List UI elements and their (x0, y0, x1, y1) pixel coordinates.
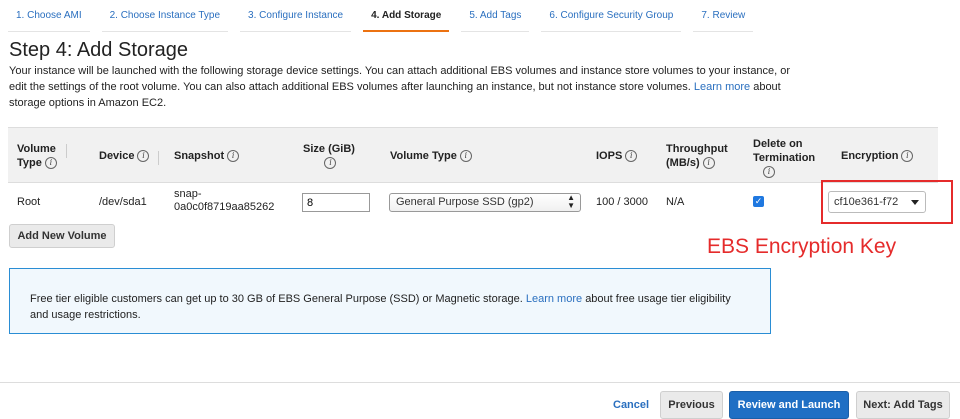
header-ebs-volume-type: Volume Type i (390, 149, 472, 163)
next-add-tags-button[interactable]: Next: Add Tags (856, 391, 950, 419)
add-new-volume-button[interactable]: Add New Volume (9, 224, 115, 248)
learn-more-storage-link[interactable]: Learn more (694, 81, 750, 93)
delete-on-termination-checkbox[interactable]: ✓ (753, 196, 764, 207)
description-text: Your instance will be launched with the … (9, 65, 791, 93)
header-size: Size (GiB) i (303, 143, 355, 170)
cell-volume-type: Root (17, 196, 41, 208)
cell-iops: 100 / 3000 (596, 196, 648, 208)
info-icon[interactable]: i (901, 150, 914, 163)
info-icon[interactable]: i (137, 150, 150, 163)
header-snapshot: Snapshot i (174, 149, 240, 163)
ebs-encryption-key-callout: EBS Encryption Key (707, 235, 897, 258)
header-throughput: Throughput (MB/s) i (666, 143, 728, 170)
wizard-step-choose-instance-type[interactable]: 2. Choose Instance Type (101, 0, 229, 32)
wizard-step-choose-ami[interactable]: 1. Choose AMI (8, 0, 90, 32)
header-device: Device i (99, 149, 161, 165)
page-description: Your instance will be launched with the … (9, 63, 809, 111)
notice-text: Free tier eligible customers can get up … (30, 293, 523, 305)
learn-more-free-tier-link[interactable]: Learn more (526, 293, 582, 305)
volume-type-value: General Purpose SSD (gp2) (396, 196, 534, 208)
volume-type-select[interactable]: General Purpose SSD (gp2) ▲ ▼ (389, 193, 581, 212)
info-icon[interactable]: i (625, 150, 638, 163)
review-and-launch-button[interactable]: Review and Launch (729, 391, 849, 419)
wizard-step-add-storage[interactable]: 4. Add Storage (363, 0, 450, 32)
wizard-step-add-tags[interactable]: 5. Add Tags (461, 0, 530, 32)
info-icon[interactable]: i (763, 166, 775, 179)
header-iops: IOPS i (596, 149, 638, 163)
wizard-step-configure-instance[interactable]: 3. Configure Instance (240, 0, 352, 32)
free-tier-notice: Free tier eligible customers can get up … (9, 268, 771, 334)
wizard-step-configure-security-group[interactable]: 6. Configure Security Group (541, 0, 682, 32)
page-title: Step 4: Add Storage (9, 39, 189, 61)
info-icon[interactable]: i (702, 157, 715, 170)
cancel-link[interactable]: Cancel (613, 399, 649, 411)
info-icon[interactable]: i (44, 157, 57, 170)
cell-throughput: N/A (666, 196, 685, 208)
select-arrows-icon: ▲ ▼ (567, 193, 575, 210)
table-row: Root /dev/sda1 snap- 0a0c0f8719aa85262 G… (8, 180, 953, 224)
storage-table-header: Volume Type i Device i Snapshot i Size (GiB… (8, 127, 938, 183)
info-icon[interactable]: i (324, 157, 337, 170)
encryption-select[interactable]: cf10e361-f72 (828, 191, 926, 213)
wizard-steps: 1. Choose AMI 2. Choose Instance Type 3.… (8, 0, 765, 32)
header-delete-on-termination: Delete on Termination i (753, 138, 816, 179)
header-encryption: Encryption i (841, 149, 914, 163)
info-icon[interactable]: i (459, 150, 472, 163)
previous-button[interactable]: Previous (660, 391, 723, 419)
encryption-key-value: cf10e361-f72 (834, 196, 899, 208)
cell-device: /dev/sda1 (99, 196, 147, 208)
cell-snapshot: snap- 0a0c0f8719aa85262 (174, 188, 275, 213)
size-input[interactable] (302, 193, 370, 212)
chevron-down-icon (911, 200, 919, 205)
header-volume-type: Volume Type i (17, 143, 67, 170)
wizard-step-review[interactable]: 7. Review (693, 0, 754, 32)
info-icon[interactable]: i (227, 150, 240, 163)
footer-divider (0, 382, 960, 383)
